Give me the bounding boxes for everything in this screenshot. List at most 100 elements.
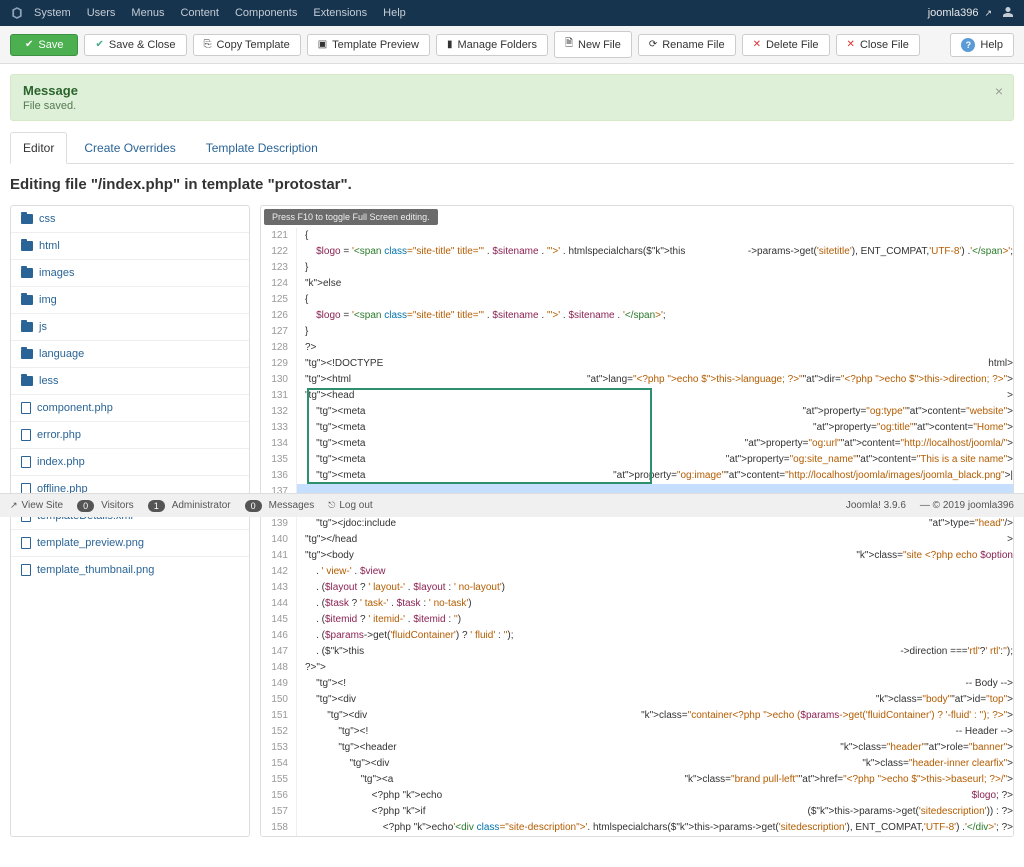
code-line[interactable]: 155 "tg"><a "k">class="brand pull-left" … [261,772,1013,788]
code-line[interactable]: 151 "tg"><div "k">class="container<?php … [261,708,1013,724]
admin-indicator[interactable]: 1Administrator [148,500,231,512]
folder-label: language [39,348,84,360]
file-item[interactable]: template_preview.png [11,530,249,557]
folder-item[interactable]: img [11,287,249,314]
view-site-link[interactable]: ↗View Site [10,500,63,511]
delete-file-button[interactable]: ✕Delete File [742,34,830,56]
visitors-count: 0 [77,500,94,512]
code-line[interactable]: 135 "tg"><meta "at">property="og:site_na… [261,452,1013,468]
user-profile-icon[interactable] [1002,6,1014,21]
tab-create-overrides[interactable]: Create Overrides [71,132,188,164]
code-line[interactable]: 132 "tg"><meta "at">property="og:type" "… [261,404,1013,420]
code-line[interactable]: 133 "tg"><meta "at">property="og:title" … [261,420,1013,436]
code-line[interactable]: 136 "tg"><meta "at">property="og:image" … [261,468,1013,484]
code-line[interactable]: 127} [261,324,1013,340]
topnav-menu-item[interactable]: Help [383,7,406,19]
code-line[interactable]: 143 . ($layout ? ' layout-' . $layout : … [261,580,1013,596]
messages-label: Messages [269,500,315,511]
code-line[interactable]: 140"tg"></head> [261,532,1013,548]
tab-editor[interactable]: Editor [10,132,67,164]
line-text: "tg"><div [297,756,862,772]
code-line[interactable]: 131"tg"><head> [261,388,1013,404]
folder-item[interactable]: language [11,341,249,368]
file-item[interactable]: component.php [11,395,249,422]
code-line[interactable]: 128?> [261,340,1013,356]
code-line[interactable]: 153 "tg"><header "k">class="header" "at"… [261,740,1013,756]
code-line[interactable]: 148?>"> [261,660,1013,676]
folder-item[interactable]: images [11,260,249,287]
folder-item[interactable]: css [11,206,249,233]
line-number: 124 [261,276,297,292]
topnav-menu-item[interactable]: Users [87,7,116,19]
line-text: "tg"><! [297,676,965,692]
template-preview-button[interactable]: ▣Template Preview [307,34,430,56]
close-file-button[interactable]: ✕Close File [836,34,920,56]
line-number: 142 [261,564,297,580]
code-line[interactable]: 156 <?php "k">echo $logo; ?> [261,788,1013,804]
code-line[interactable]: 125{ [261,292,1013,308]
code-line[interactable]: 146 . ($params->get('fluidContainer') ? … [261,628,1013,644]
line-text: "tg"><head [297,388,1007,404]
code-line[interactable]: 142 . ' view-' . $view [261,564,1013,580]
line-number: 125 [261,292,297,308]
code-line[interactable]: 130"tg"><html "at">lang="<?php ">echo $"… [261,372,1013,388]
code-body[interactable]: 121{122 $logo = '<span class="site-title… [261,228,1013,836]
code-line[interactable]: 141"tg"><body "k">class="site <?php echo… [261,548,1013,564]
line-text: "tg"><jdoc:include [297,516,929,532]
alert-close-icon[interactable]: × [995,83,1003,99]
code-line[interactable]: 150 "tg"><div "k">class="body" "at">id="… [261,692,1013,708]
save-button[interactable]: ✔Save [10,34,78,56]
code-line[interactable]: 121{ [261,228,1013,244]
topnav-menu-item[interactable]: Content [180,7,219,19]
code-line[interactable]: 147 . ($"k">this->direction === 'rtl' ? … [261,644,1013,660]
code-line[interactable]: 145 . ($itemid ? ' itemid-' . $itemid : … [261,612,1013,628]
topnav-menu-item[interactable]: System [34,7,71,19]
line-text: { [297,292,1013,308]
code-line[interactable]: 126 $logo = '<span class="site-title" ti… [261,308,1013,324]
manage-folders-label: Manage Folders [457,39,537,51]
code-line[interactable]: 122 $logo = '<span class="site-title" ti… [261,244,1013,260]
file-icon [21,456,31,468]
folder-item[interactable]: html [11,233,249,260]
code-line[interactable]: 123} [261,260,1013,276]
line-number: 140 [261,532,297,548]
help-button[interactable]: ?Help [950,33,1014,57]
code-line[interactable]: 158 <?php "k">echo '<div class="site-des… [261,820,1013,836]
code-line[interactable]: 149 "tg"><!-- Body --> [261,676,1013,692]
file-item[interactable]: template_thumbnail.png [11,557,249,583]
folder-item[interactable]: less [11,368,249,395]
logout-link[interactable]: ⎋Log out [328,500,373,511]
rename-file-button[interactable]: ⟳Rename File [638,34,736,56]
code-line[interactable]: 129"tg"><!DOCTYPE html> [261,356,1013,372]
code-line[interactable]: 144 . ($task ? ' task-' . $task : ' no-t… [261,596,1013,612]
save-close-button[interactable]: ✔Save & Close [84,34,186,56]
manage-folders-button[interactable]: ▮Manage Folders [436,34,548,56]
footer-version: Joomla! 3.9.6 [846,500,906,511]
topnav-menu-item[interactable]: Components [235,7,297,19]
code-line[interactable]: 124"k">else [261,276,1013,292]
code-line[interactable]: 154 "tg"><div "k">class="header-inner cl… [261,756,1013,772]
new-file-button[interactable]: 🗎New File [554,31,632,58]
topnav-menu-item[interactable]: Extensions [313,7,367,19]
messages-indicator[interactable]: 0Messages [245,500,315,512]
file-item[interactable]: error.php [11,422,249,449]
code-line[interactable]: 134 "tg"><meta "at">property="og:url" "a… [261,436,1013,452]
line-number: 148 [261,660,297,676]
code-line[interactable]: 152 "tg"><!-- Header --> [261,724,1013,740]
topnav-user-label: joomla396 [928,7,979,19]
file-label: index.php [37,456,85,468]
file-item[interactable]: index.php [11,449,249,476]
line-number: 155 [261,772,297,788]
code-line[interactable]: 139 "tg"><jdoc:include "at">type="head" … [261,516,1013,532]
tab-template-description[interactable]: Template Description [193,132,331,164]
view-site-label: View Site [22,500,64,511]
topnav-menu-item[interactable]: Menus [131,7,164,19]
file-label: template_preview.png [37,537,144,549]
code-scroll[interactable]: 121{122 $logo = '<span class="site-title… [261,228,1013,836]
topnav-user[interactable]: joomla396 ↗ [928,7,992,19]
copy-template-button[interactable]: ⎘Copy Template [193,34,301,56]
folder-item[interactable]: js [11,314,249,341]
visitors-indicator[interactable]: 0Visitors [77,500,134,512]
code-line[interactable]: 157 <?php "k">if ($"k">this->params->get… [261,804,1013,820]
folder-label: html [39,240,60,252]
